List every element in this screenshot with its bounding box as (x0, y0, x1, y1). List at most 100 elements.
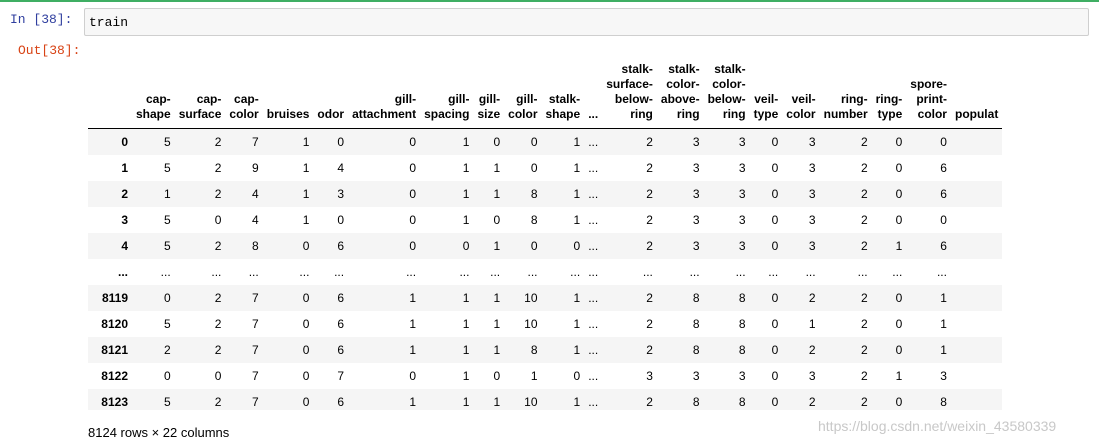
column-header: gill-color (504, 58, 542, 129)
column-header-part: odor (317, 107, 345, 121)
table-cell: ... (527, 265, 538, 279)
table-row: 4 5 2 8 0 6 0 0 1 0 0... 2 3 3 0 3 2 1 6 (88, 233, 1003, 259)
table-cell: ... (768, 265, 779, 279)
table-cell: 1 (462, 135, 470, 149)
row-index: 3 (121, 213, 128, 227)
column-header-part: ... (588, 107, 599, 121)
table-cell: 3 (808, 187, 816, 201)
column-header-part: color- (712, 77, 746, 91)
table-cell: 0 (302, 239, 310, 253)
table-cell: 0 (771, 395, 779, 409)
table-cell: 0 (771, 213, 779, 227)
table-cell: 0 (895, 395, 903, 409)
table-cell: 0 (895, 161, 903, 175)
table-cell: 2 (214, 317, 222, 331)
table-cell: 2 (808, 395, 816, 409)
column-header-part: number (823, 107, 868, 121)
table-cell: 2 (646, 395, 653, 409)
table-cell: 2 (860, 369, 868, 383)
table-cell: 0 (771, 343, 779, 357)
table-cell: 6 (940, 187, 947, 201)
table-cell: ... (689, 265, 700, 279)
table-cell: 7 (252, 343, 259, 357)
table-cell: 1 (940, 343, 947, 357)
table-cell: 2 (214, 187, 222, 201)
table-cell: 0 (493, 213, 501, 227)
table-cell: 0 (302, 343, 310, 357)
table-cell: 2 (860, 213, 868, 227)
table-cell: ... (211, 265, 222, 279)
table-cell: 1 (493, 239, 501, 253)
column-header: ... (584, 58, 603, 129)
column-header: cap-surface (174, 58, 226, 129)
table-cell: 1 (462, 395, 470, 409)
column-header-part: color (917, 107, 947, 121)
table-cell: 2 (860, 161, 868, 175)
column-header: ring-type (871, 58, 907, 129)
table-cell: ... (160, 265, 171, 279)
table-cell: ... (805, 265, 816, 279)
table-cell: 0 (409, 369, 417, 383)
table-cell: 0 (530, 239, 538, 253)
column-header-part: below- (707, 92, 746, 106)
table-cell: ... (334, 265, 345, 279)
table-cell: 1 (895, 369, 903, 383)
dataframe-output: cap-shape cap-surface cap-color bruises odor… (88, 58, 1078, 410)
column-header-part: color (229, 107, 259, 121)
table-cell: 3 (940, 369, 947, 383)
column-header-part: color- (666, 77, 700, 91)
column-header-part: size (477, 107, 501, 121)
table-cell: 3 (808, 213, 816, 227)
column-header: bruises (262, 58, 314, 129)
table-cell: 8 (530, 187, 538, 201)
table-cell: 1 (530, 369, 538, 383)
table-cell: ... (588, 135, 599, 149)
table-cell: 8 (530, 213, 538, 227)
column-header-part: gill- (516, 92, 538, 106)
column-header-part: gill- (448, 92, 470, 106)
table-cell: 10 (524, 317, 538, 331)
table-cell (951, 285, 1002, 311)
column-header: stalk-color-below-ring (703, 58, 750, 129)
cell-selection-border (0, 0, 1099, 2)
column-header-part: ring (722, 107, 746, 121)
row-index: 4 (121, 239, 128, 253)
table-cell: ... (642, 265, 653, 279)
column-header: stalk-surface-below-ring (602, 58, 657, 129)
table-row: 8120 5 2 7 0 6 1 1 1 10 1... 2 8 8 0 1 2 0 1 (88, 311, 1003, 337)
table-cell: 4 (337, 161, 345, 175)
table-cell: 8 (692, 291, 700, 305)
table-cell: ... (588, 395, 599, 409)
table-cell: 0 (895, 343, 903, 357)
table-cell: 6 (337, 395, 345, 409)
table-cell: 0 (409, 239, 417, 253)
table-cell: 7 (337, 369, 345, 383)
column-header-part: gill- (394, 92, 417, 106)
column-header-part: cap- (196, 92, 222, 106)
watermark: https://blog.csdn.net/weixin_43580339 (818, 418, 1057, 434)
table-cell: 1 (493, 395, 501, 409)
table-cell (951, 363, 1002, 389)
table-cell: 1 (462, 369, 470, 383)
code-input[interactable]: train (84, 8, 1089, 36)
row-index: 8119 (101, 291, 128, 305)
table-cell: ... (857, 265, 868, 279)
column-header-part: type (877, 107, 903, 121)
table-cell: 2 (860, 317, 868, 331)
column-header-part: stalk- (668, 62, 700, 76)
table-cell: 1 (493, 317, 501, 331)
table-row: 8122 0 0 7 0 7 0 1 0 1 0... 3 3 3 0 3 2 1 3 (88, 363, 1003, 389)
table-cell: 3 (808, 239, 816, 253)
table-cell: 2 (646, 343, 653, 357)
table-cell: 7 (252, 135, 259, 149)
table-cell: 8 (738, 317, 746, 331)
table-cell: 9 (252, 161, 259, 175)
column-header-part: surface (178, 107, 222, 121)
dataframe-table: cap-shape cap-surface cap-color bruises odor… (88, 58, 1003, 410)
column-header-part: stalk- (548, 92, 581, 106)
column-header-part: stalk- (621, 62, 653, 76)
table-cell: 3 (692, 239, 700, 253)
table-cell: 3 (692, 369, 700, 383)
table-cell (951, 259, 1002, 285)
table-cell: 2 (860, 395, 868, 409)
